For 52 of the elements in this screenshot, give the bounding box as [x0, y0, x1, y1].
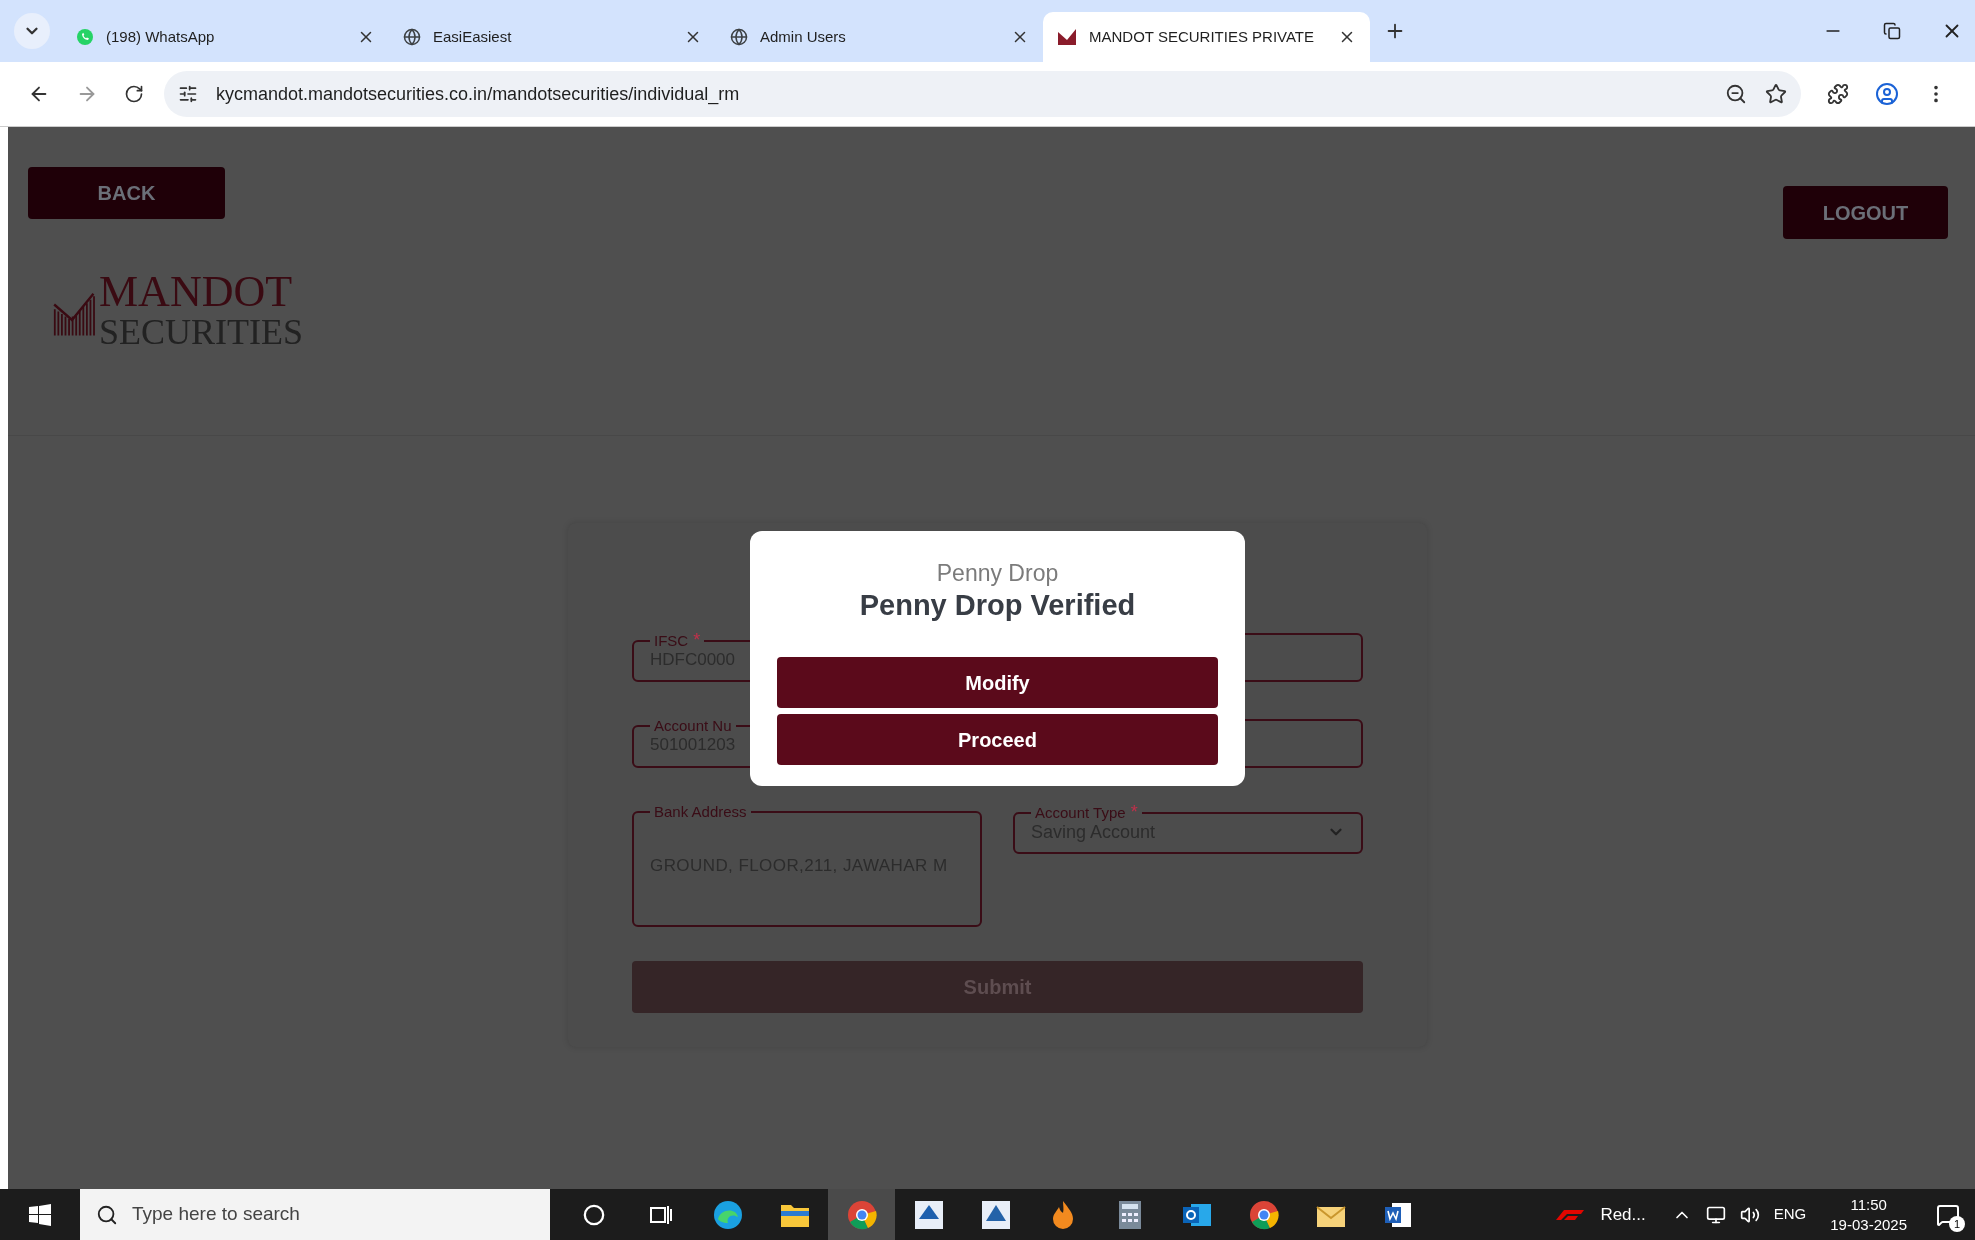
app-icon [912, 1198, 945, 1231]
dialog-subtitle: Penny Drop [936, 559, 1059, 587]
tab-title: MANDOT SECURITIES PRIVATE [1089, 26, 1316, 47]
url-text: kycmandot.mandotsecurities.co.in/mandotsecurities/individual_rm [216, 82, 741, 107]
browser-icon [845, 1198, 878, 1231]
task-view-icon [648, 1203, 673, 1226]
windows-start-icon[interactable] [29, 1203, 51, 1226]
search-icon [96, 1203, 118, 1226]
field-label: Account Nu [653, 719, 733, 733]
notification-count: 1 [1949, 1215, 1965, 1232]
browser-icon [1247, 1198, 1280, 1231]
calculator-icon [1116, 1198, 1143, 1231]
language-indicator[interactable]: ENG [1773, 1203, 1807, 1226]
field-label: Account Type * [1034, 805, 1139, 820]
logout-button[interactable]: LOGOUT [1783, 186, 1948, 239]
app-icon [979, 1198, 1012, 1231]
network-icon[interactable] [1705, 1204, 1726, 1225]
zoom-icon[interactable] [1725, 83, 1747, 105]
dialog-button[interactable]: Proceed [777, 714, 1218, 765]
tray-app-text[interactable]: Red... [1600, 1201, 1646, 1228]
field-label: IFSC * [653, 633, 702, 648]
globe-icon [403, 28, 421, 46]
tab-title: Admin Users [760, 26, 847, 47]
dialog-title: Penny Drop Verified [859, 588, 1136, 623]
extensions-icon[interactable] [1827, 83, 1849, 105]
restore-icon[interactable] [1883, 22, 1901, 40]
browser-tab[interactable]: (198) WhatsApp [62, 12, 389, 62]
dialog-button[interactable]: Modify [777, 657, 1218, 708]
swirl-icon [711, 1198, 744, 1231]
browser-tab[interactable]: MANDOT SECURITIES PRIVATE [1043, 12, 1370, 62]
search-placeholder: Type here to search [132, 1202, 300, 1227]
browser-tab[interactable]: EasiEasiest [389, 12, 716, 62]
notification-center[interactable]: 1 [1931, 1197, 1965, 1232]
logo-wordmark: MANDOT [99, 270, 294, 314]
address-bar[interactable]: kycmandot.mandotsecurities.co.in/mandotsecurities/individual_rm [164, 71, 1801, 117]
globe-icon [730, 28, 748, 46]
circle-icon [582, 1203, 605, 1226]
taskbar-search-field[interactable]: Type here to search [80, 1189, 550, 1240]
tab-title: (198) WhatsApp [106, 26, 216, 47]
clock[interactable]: 11:50 19-03-2025 [1820, 1194, 1917, 1235]
logo-icon [1057, 28, 1077, 46]
tab-title: EasiEasiest [433, 26, 513, 47]
notification-icon [1936, 1202, 1960, 1227]
profile-icon[interactable] [1875, 82, 1899, 106]
bookmark-star-icon[interactable] [1765, 83, 1787, 105]
volume-icon[interactable] [1739, 1204, 1760, 1225]
field-label: Bank Address [653, 805, 748, 819]
back-button[interactable]: BACK [28, 167, 225, 219]
site-settings-icon[interactable] [178, 84, 198, 104]
chat-bubble-icon [76, 28, 94, 46]
browser-tab[interactable]: Admin Users [716, 12, 1043, 62]
reload-icon[interactable] [124, 84, 144, 104]
